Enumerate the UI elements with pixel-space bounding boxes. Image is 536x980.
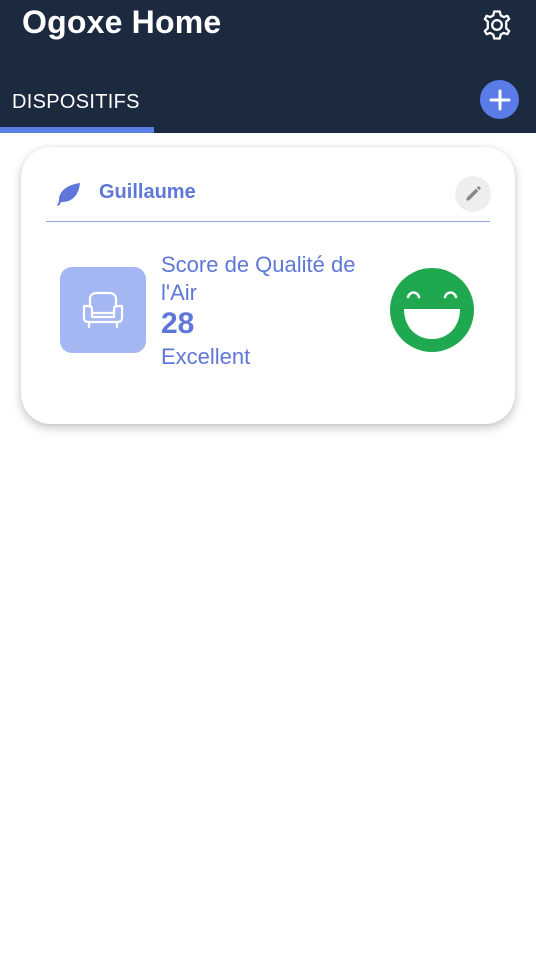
tab-dispositifs[interactable]: DISPOSITIFS <box>0 74 154 133</box>
air-quality-score-value: 28 <box>161 307 195 340</box>
gear-icon <box>483 10 511 40</box>
pencil-icon <box>466 186 481 201</box>
room-tile <box>60 267 146 353</box>
app-title: Ogoxe Home <box>22 4 222 40</box>
tab-label: DISPOSITIFS <box>12 91 140 113</box>
plus-icon <box>489 89 510 110</box>
settings-button[interactable] <box>475 3 519 47</box>
device-card[interactable]: Guillaume Score de Qualité de l'Air 28 E… <box>21 147 515 424</box>
device-card-header: Guillaume <box>46 175 491 222</box>
air-quality-status: Excellent <box>161 344 251 369</box>
add-device-button[interactable] <box>480 80 519 119</box>
device-name: Guillaume <box>99 181 196 203</box>
active-tab-indicator <box>0 127 154 133</box>
air-quality-score-label: Score de Qualité de l'Air <box>161 252 356 305</box>
leaf-icon <box>57 183 80 206</box>
laughing-face-icon <box>390 268 474 352</box>
edit-device-button[interactable] <box>455 176 491 212</box>
app-bar: Ogoxe Home DISPOSITIFS <box>0 0 536 133</box>
armchair-icon <box>82 291 124 329</box>
